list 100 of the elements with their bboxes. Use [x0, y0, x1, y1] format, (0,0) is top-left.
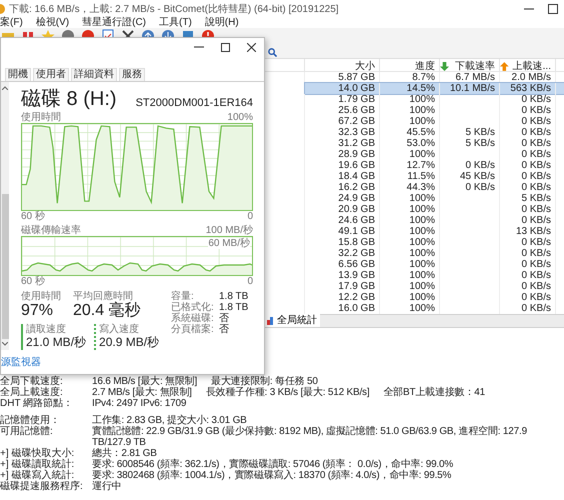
- table-row[interactable]: 6.56 GB 100% 0 KB/s: [305, 259, 564, 270]
- table-row[interactable]: 15.8 GB 100% 0 KB/s: [305, 237, 564, 248]
- table-row[interactable]: 19.6 GB 12.7% 0 KB/s 0 KB/s: [305, 160, 564, 171]
- tab[interactable]: 開機: [5, 68, 31, 81]
- table-row[interactable]: 12.2 GB 100% 0 KB/s: [305, 292, 564, 303]
- table-row[interactable]: 25.6 GB 100% 0 KB/s: [305, 105, 564, 116]
- power-icon[interactable]: [201, 29, 215, 37]
- stop-icon[interactable]: [81, 29, 95, 37]
- table-cell: 16.2 GB: [338, 182, 375, 193]
- table-cell: 100%: [409, 259, 435, 270]
- table-row[interactable]: 1.79 GB 100% 0 KB/s: [305, 94, 564, 105]
- column-header[interactable]: 上載速...: [500, 59, 556, 74]
- metric-value: 20.4 毫秒: [73, 302, 141, 320]
- table-cell: 0 KB/s: [522, 171, 551, 182]
- table-row[interactable]: 18.4 GB 11.5% 45 KB/s 0 KB/s: [305, 171, 564, 182]
- scrollbar[interactable]: [1, 82, 9, 350]
- table-cell: 100%: [409, 94, 435, 105]
- stat-value: IPv4: 2497 IPv6: 1709: [92, 398, 186, 409]
- table-row[interactable]: 32.3 GB 45.5% 5 KB/s 0 KB/s: [305, 127, 564, 138]
- table-cell: 0 KB/s: [522, 292, 551, 303]
- table-row[interactable]: 28.9 GB 100% 0 KB/s: [305, 149, 564, 160]
- menu-item[interactable]: 工具(T): [159, 18, 192, 28]
- table-row[interactable]: 24.6 GB 100% 0 KB/s: [305, 215, 564, 226]
- star-icon[interactable]: [41, 29, 55, 37]
- stat-label: 可用記憶體:: [0, 426, 54, 439]
- stat-value: 運行中: [92, 481, 122, 492]
- maximize-icon[interactable]: [221, 42, 230, 52]
- menu-item[interactable]: 彗星通行證(C): [82, 18, 146, 28]
- table-cell: 17.9 GB: [338, 281, 375, 292]
- table-row[interactable]: 49.1 GB 100% 13 KB/s: [305, 226, 564, 237]
- table-row[interactable]: 13.9 GB 100% 0 KB/s: [305, 270, 564, 281]
- stat-value: 總共：2.81 GB: [92, 448, 157, 459]
- graph-label: 使用時間: [21, 112, 61, 123]
- tab[interactable]: 使用者: [33, 68, 69, 81]
- table-row[interactable]: 16.2 GB 44.3% 0 KB/s 0 KB/s: [305, 182, 564, 193]
- bars-icon[interactable]: [21, 29, 35, 37]
- table-cell: 100%: [409, 116, 435, 127]
- table-cell: 0 KB/s: [522, 182, 551, 193]
- column-header[interactable]: 大小: [305, 59, 380, 74]
- table-row[interactable]: 24.9 GB 100% 5 KB/s: [305, 193, 564, 204]
- resource-monitor-link[interactable]: 源監視器: [1, 354, 41, 370]
- stat-label: 記憶體使用：: [0, 415, 61, 426]
- tab[interactable]: 全局統計: [264, 314, 320, 327]
- table-row[interactable]: 31.2 GB 53.0% 5 KB/s 0 KB/s: [305, 138, 564, 149]
- table-cell: 12.2 GB: [338, 292, 375, 303]
- stat-value: 2.7 MB/s [最大: 無限制]: [92, 387, 192, 398]
- table-cell: 100%: [409, 226, 435, 237]
- table-row[interactable]: 32.2 GB 100% 0 KB/s: [305, 248, 564, 259]
- table-cell: 67.2 GB: [338, 116, 375, 127]
- table-cell: 24.6 GB: [338, 215, 375, 226]
- stat-value: 最大連接限制: 每任務 50: [211, 376, 318, 387]
- speed-value: 21.0 MB/秒: [26, 335, 86, 350]
- speed-label: 寫入速度: [99, 324, 140, 335]
- table-row[interactable]: 17.9 GB 100% 0 KB/s: [305, 281, 564, 292]
- stat-label: 全局下載速度:: [0, 376, 64, 387]
- table-cell: 19.6 GB: [338, 160, 375, 171]
- table-cell: 18.4 GB: [338, 171, 375, 182]
- table-cell: 100%: [409, 281, 435, 292]
- table-cell: 14.0 GB: [338, 83, 375, 94]
- stat-value: 要求: 3802468 (頻率: 1004.1/s)，實際磁碟寫入: 18370 (頻率: 4.0/s)，命中率: 99.5%: [92, 470, 452, 481]
- table-row[interactable]: 67.2 GB 100% 0 KB/s: [305, 116, 564, 127]
- tab[interactable]: 服務: [119, 68, 145, 81]
- scroll-up-icon[interactable]: [2, 86, 8, 90]
- table-cell: 0 KB/s: [522, 215, 551, 226]
- stat-value: 16.6 MB/s [最大: 無限制]: [92, 376, 198, 387]
- stat-value: 實體記憶體: 22.9 GB/31.9 GB (最少保持數: 8192 MB), 虛擬記憶體: 51.0 GB/63.9 GB, 進程空間: 127.9 TB/127.9 TB: [92, 426, 528, 448]
- table-row[interactable]: 20.9 GB 100% 0 KB/s: [305, 204, 564, 215]
- speed-label: 讀取速度: [26, 324, 67, 335]
- menu-item[interactable]: 案(F): [0, 18, 23, 28]
- property-label: 系統磁碟:: [171, 313, 215, 324]
- table-cell: 45 KB/s: [460, 171, 495, 182]
- table-cell: 11.5%: [407, 171, 435, 182]
- table-cell: 28.9 GB: [338, 149, 375, 160]
- menu-item[interactable]: 檢視(V): [36, 18, 70, 28]
- table-cell: 5 KB/s: [522, 193, 551, 204]
- property-label: 已格式化:: [171, 302, 215, 313]
- property-value: 1.8 TB: [219, 291, 248, 302]
- menu-item[interactable]: 說明(H): [204, 18, 239, 28]
- column-header[interactable]: 進度: [380, 59, 440, 74]
- table-cell: 100%: [409, 105, 435, 116]
- stat-label: +] 磁碟寫入統計:: [0, 470, 74, 481]
- table-cell: 49.1 GB: [338, 226, 375, 237]
- down-arrow-icon[interactable]: [161, 29, 175, 37]
- column-header[interactable]: 下載速率: [440, 59, 500, 74]
- table-row[interactable]: 14.0 GB 14.5% 10.1 MB/s 563 KB/s: [305, 83, 564, 94]
- property-label: 容量:: [171, 291, 194, 302]
- document-check-icon[interactable]: [101, 29, 115, 37]
- table-cell: 0 KB/s: [522, 94, 551, 105]
- table-cell: 32.2 GB: [338, 248, 375, 259]
- table-cell: 0 KB/s: [522, 138, 551, 149]
- time-label: 0: [247, 211, 253, 222]
- table-cell: 0 KB/s: [522, 281, 551, 292]
- scroll-down-icon[interactable]: [2, 342, 8, 346]
- table-cell: 32.3 GB: [338, 127, 375, 138]
- table-cell: 6.7 MB/s: [456, 72, 495, 83]
- table-cell: 100%: [409, 237, 435, 248]
- tab[interactable]: 詳細資料: [71, 68, 117, 81]
- search-icon[interactable]: [268, 48, 277, 56]
- maximize-icon[interactable]: [548, 4, 558, 14]
- stat-label: 全局上載速度:: [0, 387, 64, 398]
